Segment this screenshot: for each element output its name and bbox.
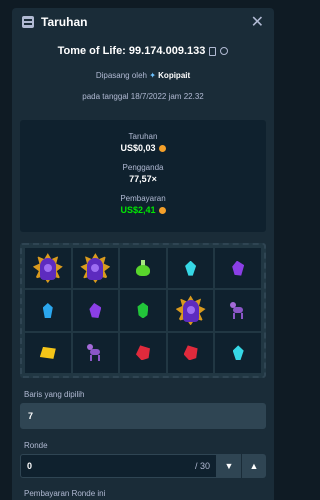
gem-cyan-symbol-icon [232, 345, 244, 361]
reel-cell [72, 290, 119, 331]
gem-green-symbol-icon [137, 302, 149, 319]
wizard-symbol-icon [80, 253, 111, 284]
reel-cell [25, 248, 71, 289]
potion-symbol-icon [135, 260, 150, 277]
reel-cell [72, 248, 119, 289]
payout-value: US$2,41 [20, 205, 266, 215]
gem-purple-symbol-icon [232, 260, 245, 276]
reel-cell [167, 290, 214, 331]
lines-label: Baris yang dipilih [24, 390, 85, 399]
payout-label: Pembayaran [120, 194, 166, 203]
reel-cell [72, 332, 119, 373]
chevron-up-icon[interactable]: ▲ [242, 454, 266, 478]
payout-text: US$2,41 [120, 205, 156, 215]
reel-cell [120, 332, 166, 373]
modal-title: Taruhan [41, 15, 88, 29]
reel-cell [215, 290, 261, 331]
bet-date: pada tanggal 18/7/2022 jam 22.32 [82, 92, 204, 101]
reel-cell [120, 290, 166, 331]
bet-amount-label: Taruhan [128, 132, 158, 141]
copy-icon[interactable] [209, 46, 217, 56]
gem-yellow-symbol-icon [39, 346, 56, 359]
multiplier-value: 77,57× [129, 174, 157, 184]
round-value: 0 [27, 461, 33, 471]
coin-icon [158, 206, 166, 214]
gem-red-symbol-icon [135, 345, 150, 361]
wizard-symbol-icon [32, 253, 63, 284]
username-link[interactable]: Kopipait [158, 71, 190, 80]
round-input[interactable]: 0 / 30 [20, 454, 217, 478]
reel-cell [167, 332, 214, 373]
game-id-line: Tome of Life: 99.174.009.133 [12, 45, 274, 57]
wizard-symbol-icon [175, 295, 206, 326]
bet-amount-text: US$0,03 [120, 143, 156, 153]
star-icon: ✦ [149, 71, 156, 80]
lines-input[interactable]: 7 [20, 403, 266, 429]
close-icon[interactable]: ✕ [251, 12, 264, 32]
round-control: 0 / 30 ▼ ▲ [20, 454, 266, 478]
reel-cell [25, 290, 71, 331]
bet-details-modal: Taruhan ✕ Tome of Life: 99.174.009.133 D… [12, 8, 274, 500]
reel-cell [167, 248, 214, 289]
bet-amount-value: US$0,03 [20, 143, 266, 153]
placed-by-prefix: Dipasang oleh [95, 71, 147, 80]
modal-header: Taruhan ✕ [12, 8, 274, 36]
link-icon[interactable] [220, 47, 229, 55]
creature-symbol-icon [230, 301, 246, 319]
chevron-down-icon[interactable]: ▼ [217, 454, 241, 478]
bet-stats-panel: Taruhan US$0,03 Pengganda 77,57× Pembaya… [20, 120, 266, 232]
multiplier-label: Pengganda [122, 163, 164, 172]
reel-cell [215, 248, 261, 289]
gem-blue-symbol-icon [42, 302, 53, 318]
gem-cyan-symbol-icon [185, 260, 197, 276]
round-payout-label: Pembayaran Ronde ini [24, 489, 106, 498]
round-total: / 30 [194, 461, 210, 471]
placed-by-line: Dipasang oleh ✦ Kopipait [12, 71, 274, 80]
coin-icon [158, 144, 166, 152]
game-id-text: Tome of Life: 99.174.009.133 [57, 45, 206, 57]
bet-slip-icon [22, 16, 34, 28]
slot-reels-grid [20, 243, 266, 378]
gem-purple-symbol-icon [89, 302, 102, 318]
reel-cell [215, 332, 261, 373]
round-label: Ronde [24, 441, 48, 450]
reel-cell [120, 248, 166, 289]
creature-symbol-icon [87, 344, 103, 362]
gem-red-symbol-icon [183, 345, 198, 361]
reel-cell [25, 332, 71, 373]
